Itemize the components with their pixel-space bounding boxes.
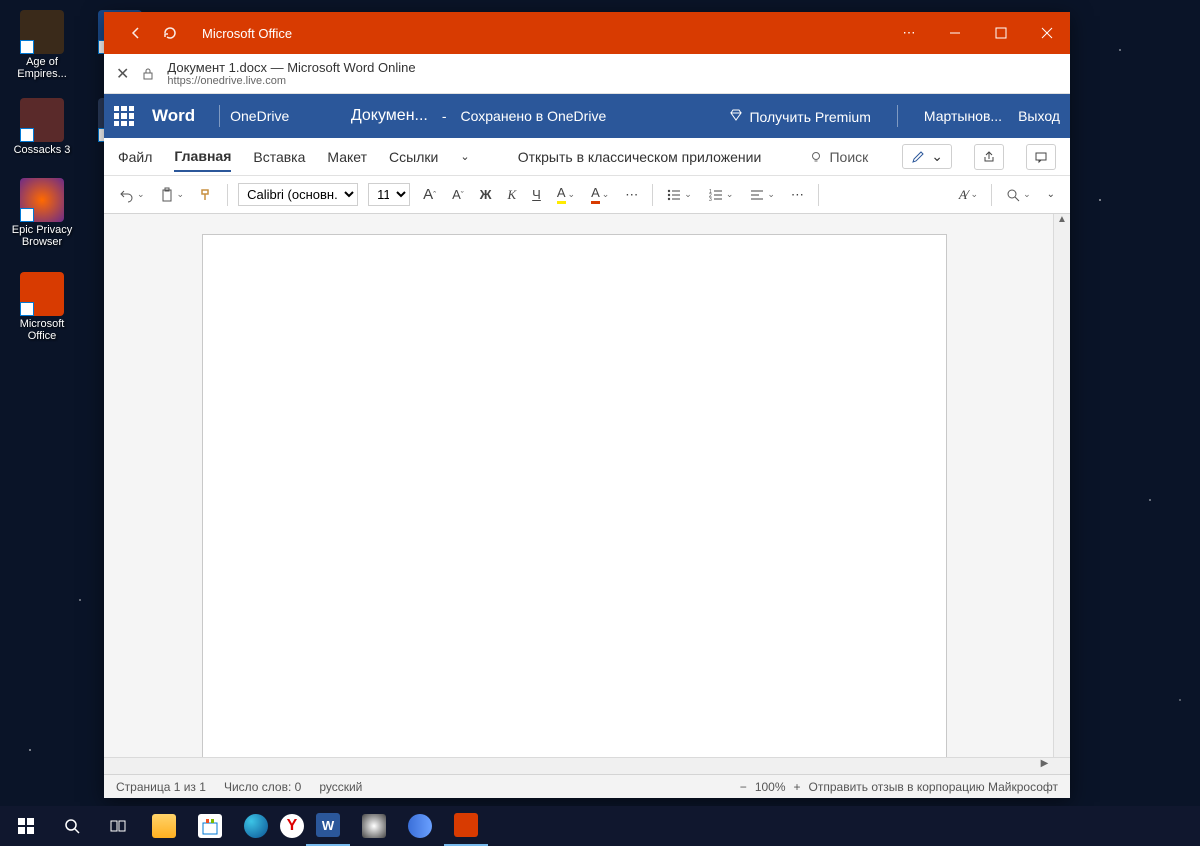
back-icon[interactable]: [128, 25, 144, 41]
increase-font-button[interactable]: Aˆ: [420, 184, 439, 205]
word-header: Word OneDrive Докумен... - Сохранено в O…: [104, 94, 1070, 138]
undo-button[interactable]: ⌄: [116, 185, 148, 205]
office-window: Microsoft Office ⋯ ✕ Документ 1.docx — M…: [104, 12, 1070, 798]
app1-button[interactable]: [352, 806, 396, 846]
decrease-font-button[interactable]: Aˇ: [449, 185, 467, 204]
app-launcher-icon[interactable]: [114, 106, 134, 126]
desktop-icon-age[interactable]: Age of Empires...: [4, 10, 80, 80]
horizontal-scrollbar[interactable]: ▶: [104, 757, 1070, 774]
premium-link[interactable]: Получить Premium: [729, 108, 870, 125]
font-more-button[interactable]: ⋯: [622, 185, 642, 205]
diamond-icon: [729, 108, 743, 122]
comments-button[interactable]: [1026, 144, 1056, 170]
bullets-button[interactable]: ⌄: [663, 185, 695, 205]
user-name[interactable]: Мартынов...: [924, 108, 1002, 124]
numbering-button[interactable]: 123⌄: [705, 185, 737, 205]
highlight-button[interactable]: A⌄: [554, 183, 578, 206]
desktop-icon-cossacks[interactable]: Cossacks 3: [4, 98, 80, 156]
exit-link[interactable]: Выход: [1018, 108, 1060, 124]
close-tab-icon[interactable]: ✕: [116, 64, 129, 84]
page-indicator[interactable]: Страница 1 из 1: [116, 780, 206, 794]
onedrive-link[interactable]: OneDrive: [230, 108, 289, 124]
document-page[interactable]: [202, 234, 947, 798]
tab-references[interactable]: Ссылки: [389, 143, 438, 171]
taskbar: Y W: [0, 806, 1200, 846]
styles-button[interactable]: A⁄⌄: [956, 185, 981, 205]
vertical-scrollbar[interactable]: ▲ ▼: [1053, 214, 1070, 798]
svg-text:3: 3: [709, 197, 712, 203]
doc-name[interactable]: Докумен...: [351, 107, 428, 125]
tab-title: Документ 1.docx — Microsoft Word Online: [167, 60, 415, 75]
desktop-icon-epic[interactable]: Epic Privacy Browser: [4, 178, 80, 248]
desktop-icon-office[interactable]: Microsoft Office: [4, 272, 80, 342]
bulb-icon: [809, 150, 823, 164]
edit-mode-dropdown[interactable]: ⌄: [902, 144, 952, 169]
italic-button[interactable]: К: [505, 185, 520, 205]
edge-button[interactable]: [234, 806, 278, 846]
taskview-button[interactable]: [96, 806, 140, 846]
tab-more[interactable]: ⌄: [460, 144, 469, 169]
font-color-button[interactable]: A⌄: [588, 183, 612, 206]
app2-button[interactable]: [398, 806, 442, 846]
zoom-level[interactable]: 100%: [755, 780, 786, 794]
share-button[interactable]: [974, 144, 1004, 170]
lock-icon: [141, 67, 155, 81]
search-button[interactable]: Поиск: [809, 149, 868, 165]
refresh-icon[interactable]: [162, 25, 178, 41]
underline-button[interactable]: Ч: [529, 185, 544, 204]
tab-file[interactable]: Файл: [118, 143, 152, 171]
zoom-out-button[interactable]: −: [740, 780, 747, 794]
tab-url: https://onedrive.live.com: [167, 75, 415, 87]
status-bar: Страница 1 из 1 Число слов: 0 русский − …: [104, 774, 1070, 798]
word-taskbar-button[interactable]: W: [306, 806, 350, 846]
document-area: ▲ ▼: [104, 214, 1070, 798]
address-bar: ✕ Документ 1.docx — Microsoft Word Onlin…: [104, 54, 1070, 94]
search-taskbar-button[interactable]: [50, 806, 94, 846]
font-size-select[interactable]: 11: [368, 183, 410, 206]
zoom-in-button[interactable]: +: [794, 780, 801, 794]
language[interactable]: русский: [319, 780, 362, 794]
ribbon-collapse-button[interactable]: ⌄: [1044, 187, 1058, 202]
store-button[interactable]: [188, 806, 232, 846]
tab-home[interactable]: Главная: [174, 142, 231, 172]
paragraph-more-button[interactable]: ⋯: [788, 185, 808, 205]
open-in-desktop[interactable]: Открыть в классическом приложении: [518, 149, 762, 165]
close-button[interactable]: [1024, 12, 1070, 54]
titlebar: Microsoft Office ⋯: [104, 12, 1070, 54]
tab-insert[interactable]: Вставка: [253, 143, 305, 171]
align-button[interactable]: ⌄: [746, 185, 778, 205]
feedback-link[interactable]: Отправить отзыв в корпорацию Майкрософт: [809, 780, 1058, 794]
pencil-icon: [911, 150, 925, 164]
ribbon-tabs: Файл Главная Вставка Макет Ссылки ⌄ Откр…: [104, 138, 1070, 176]
office-taskbar-button[interactable]: [444, 806, 488, 846]
toolbar: ⌄ ⌄ Calibri (основн... 11 Aˆ Aˇ Ж К Ч A⌄…: [104, 176, 1070, 214]
yandex-button[interactable]: Y: [280, 814, 304, 838]
font-select[interactable]: Calibri (основн...: [238, 183, 358, 206]
format-painter-button[interactable]: [195, 185, 217, 205]
app-title: Microsoft Office: [202, 26, 292, 41]
more-icon[interactable]: ⋯: [886, 12, 932, 54]
bold-button[interactable]: Ж: [477, 185, 495, 204]
maximize-button[interactable]: [978, 12, 1024, 54]
minimize-button[interactable]: [932, 12, 978, 54]
saved-status: Сохранено в OneDrive: [461, 108, 607, 124]
explorer-button[interactable]: [142, 806, 186, 846]
find-button[interactable]: ⌄: [1002, 185, 1034, 205]
scroll-up-icon[interactable]: ▲: [1054, 214, 1070, 231]
tab-layout[interactable]: Макет: [327, 143, 367, 171]
word-count[interactable]: Число слов: 0: [224, 780, 301, 794]
paste-button[interactable]: ⌄: [156, 185, 188, 205]
word-brand[interactable]: Word: [152, 106, 195, 126]
dash: -: [442, 108, 447, 124]
scroll-right-icon[interactable]: ▶: [1036, 758, 1053, 775]
start-button[interactable]: [4, 806, 48, 846]
